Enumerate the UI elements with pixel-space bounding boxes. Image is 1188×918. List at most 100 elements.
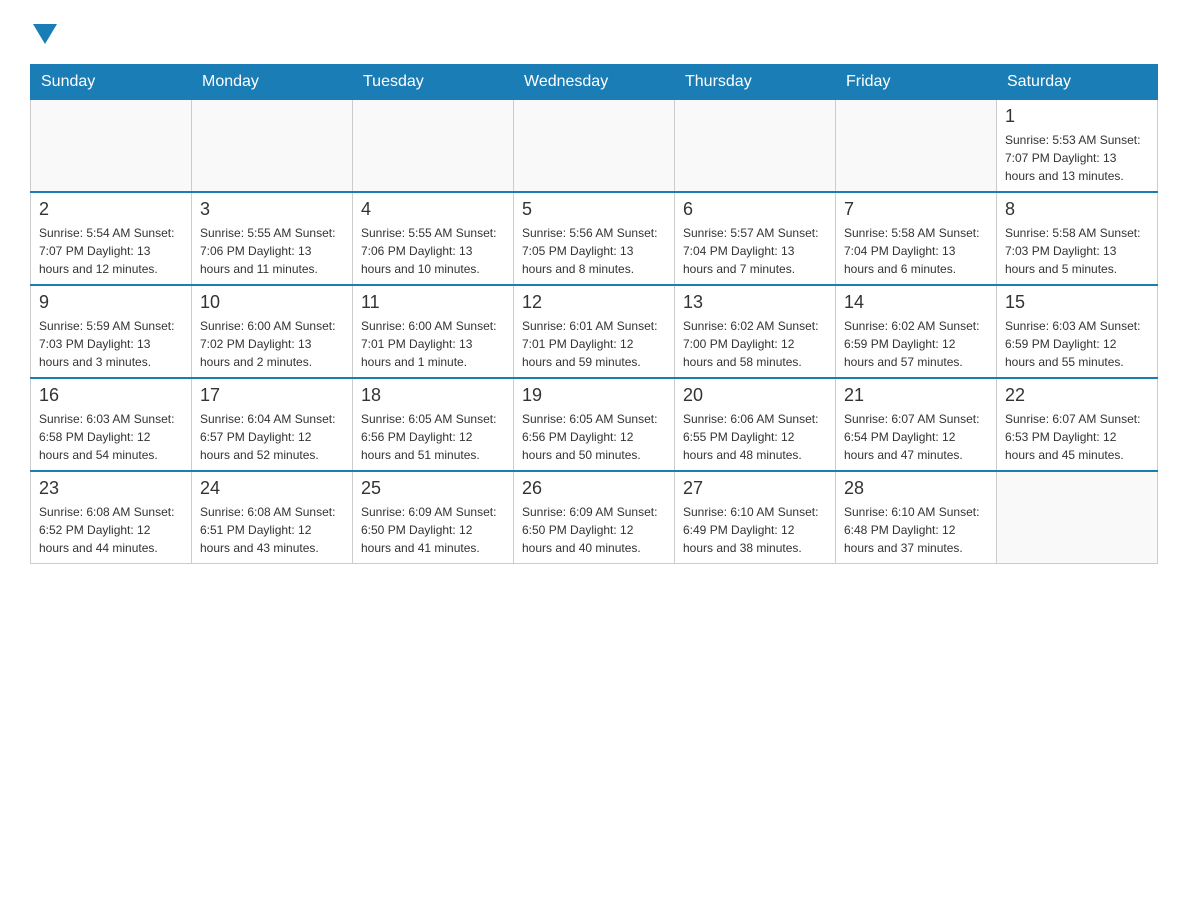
logo — [30, 20, 57, 44]
weekday-header-monday: Monday — [192, 65, 353, 100]
day-number: 16 — [39, 385, 183, 406]
calendar-cell: 4 Sunrise: 5:55 AM Sunset: 7:06 PM Daylig… — [353, 192, 514, 285]
calendar-cell: 11 Sunrise: 6:00 AM Sunset: 7:01 PM Dayli… — [353, 285, 514, 378]
weekday-header-saturday: Saturday — [997, 65, 1158, 100]
day-info: Sunrise: 6:03 AM Sunset: 6:58 PM Dayligh… — [39, 410, 183, 464]
calendar-week-row: 16 Sunrise: 6:03 AM Sunset: 6:58 PM Dayli… — [31, 378, 1158, 471]
day-info: Sunrise: 6:02 AM Sunset: 7:00 PM Dayligh… — [683, 317, 827, 371]
day-info: Sunrise: 6:07 AM Sunset: 6:53 PM Dayligh… — [1005, 410, 1149, 464]
calendar-cell: 20 Sunrise: 6:06 AM Sunset: 6:55 PM Dayli… — [675, 378, 836, 471]
day-info: Sunrise: 6:01 AM Sunset: 7:01 PM Dayligh… — [522, 317, 666, 371]
day-info: Sunrise: 5:54 AM Sunset: 7:07 PM Dayligh… — [39, 224, 183, 278]
day-info: Sunrise: 6:04 AM Sunset: 6:57 PM Dayligh… — [200, 410, 344, 464]
day-info: Sunrise: 5:59 AM Sunset: 7:03 PM Dayligh… — [39, 317, 183, 371]
day-number: 15 — [1005, 292, 1149, 313]
calendar-cell: 17 Sunrise: 6:04 AM Sunset: 6:57 PM Dayli… — [192, 378, 353, 471]
calendar-cell: 26 Sunrise: 6:09 AM Sunset: 6:50 PM Dayli… — [514, 471, 675, 564]
calendar-cell: 23 Sunrise: 6:08 AM Sunset: 6:52 PM Dayli… — [31, 471, 192, 564]
day-number: 4 — [361, 199, 505, 220]
calendar-cell: 19 Sunrise: 6:05 AM Sunset: 6:56 PM Dayli… — [514, 378, 675, 471]
day-number: 8 — [1005, 199, 1149, 220]
day-number: 24 — [200, 478, 344, 499]
day-info: Sunrise: 6:00 AM Sunset: 7:02 PM Dayligh… — [200, 317, 344, 371]
day-number: 1 — [1005, 106, 1149, 127]
day-info: Sunrise: 6:02 AM Sunset: 6:59 PM Dayligh… — [844, 317, 988, 371]
day-info: Sunrise: 6:00 AM Sunset: 7:01 PM Dayligh… — [361, 317, 505, 371]
day-number: 3 — [200, 199, 344, 220]
day-number: 23 — [39, 478, 183, 499]
calendar-cell — [192, 100, 353, 193]
day-number: 18 — [361, 385, 505, 406]
day-info: Sunrise: 6:09 AM Sunset: 6:50 PM Dayligh… — [361, 503, 505, 557]
day-info: Sunrise: 6:05 AM Sunset: 6:56 PM Dayligh… — [361, 410, 505, 464]
calendar-cell: 6 Sunrise: 5:57 AM Sunset: 7:04 PM Daylig… — [675, 192, 836, 285]
weekday-header-friday: Friday — [836, 65, 997, 100]
day-info: Sunrise: 5:58 AM Sunset: 7:04 PM Dayligh… — [844, 224, 988, 278]
calendar-cell — [514, 100, 675, 193]
day-number: 9 — [39, 292, 183, 313]
calendar-cell: 27 Sunrise: 6:10 AM Sunset: 6:49 PM Dayli… — [675, 471, 836, 564]
calendar-cell — [997, 471, 1158, 564]
calendar-week-row: 2 Sunrise: 5:54 AM Sunset: 7:07 PM Daylig… — [31, 192, 1158, 285]
calendar-cell: 25 Sunrise: 6:09 AM Sunset: 6:50 PM Dayli… — [353, 471, 514, 564]
weekday-header-sunday: Sunday — [31, 65, 192, 100]
day-info: Sunrise: 6:09 AM Sunset: 6:50 PM Dayligh… — [522, 503, 666, 557]
calendar-cell: 10 Sunrise: 6:00 AM Sunset: 7:02 PM Dayli… — [192, 285, 353, 378]
calendar-cell — [31, 100, 192, 193]
calendar-week-row: 9 Sunrise: 5:59 AM Sunset: 7:03 PM Daylig… — [31, 285, 1158, 378]
day-info: Sunrise: 5:57 AM Sunset: 7:04 PM Dayligh… — [683, 224, 827, 278]
day-number: 22 — [1005, 385, 1149, 406]
day-number: 5 — [522, 199, 666, 220]
calendar-cell: 15 Sunrise: 6:03 AM Sunset: 6:59 PM Dayli… — [997, 285, 1158, 378]
day-info: Sunrise: 6:10 AM Sunset: 6:49 PM Dayligh… — [683, 503, 827, 557]
day-number: 7 — [844, 199, 988, 220]
day-number: 10 — [200, 292, 344, 313]
calendar-cell: 7 Sunrise: 5:58 AM Sunset: 7:04 PM Daylig… — [836, 192, 997, 285]
calendar-cell: 13 Sunrise: 6:02 AM Sunset: 7:00 PM Dayli… — [675, 285, 836, 378]
weekday-header-wednesday: Wednesday — [514, 65, 675, 100]
day-number: 11 — [361, 292, 505, 313]
day-number: 6 — [683, 199, 827, 220]
day-info: Sunrise: 5:58 AM Sunset: 7:03 PM Dayligh… — [1005, 224, 1149, 278]
calendar-table: SundayMondayTuesdayWednesdayThursdayFrid… — [30, 64, 1158, 564]
day-number: 28 — [844, 478, 988, 499]
day-number: 2 — [39, 199, 183, 220]
calendar-week-row: 1 Sunrise: 5:53 AM Sunset: 7:07 PM Daylig… — [31, 100, 1158, 193]
calendar-cell: 5 Sunrise: 5:56 AM Sunset: 7:05 PM Daylig… — [514, 192, 675, 285]
day-number: 27 — [683, 478, 827, 499]
day-number: 14 — [844, 292, 988, 313]
day-number: 19 — [522, 385, 666, 406]
calendar-cell: 3Sunrise: 5:55 AM Sunset: 7:06 PM Daylig… — [192, 192, 353, 285]
day-info: Sunrise: 6:08 AM Sunset: 6:52 PM Dayligh… — [39, 503, 183, 557]
day-number: 20 — [683, 385, 827, 406]
day-info: Sunrise: 6:07 AM Sunset: 6:54 PM Dayligh… — [844, 410, 988, 464]
calendar-cell — [675, 100, 836, 193]
day-info: Sunrise: 6:08 AM Sunset: 6:51 PM Dayligh… — [200, 503, 344, 557]
calendar-cell: 28 Sunrise: 6:10 AM Sunset: 6:48 PM Dayli… — [836, 471, 997, 564]
calendar-cell — [836, 100, 997, 193]
day-info: Sunrise: 6:05 AM Sunset: 6:56 PM Dayligh… — [522, 410, 666, 464]
calendar-header-row: SundayMondayTuesdayWednesdayThursdayFrid… — [31, 65, 1158, 100]
day-number: 25 — [361, 478, 505, 499]
calendar-cell: 8 Sunrise: 5:58 AM Sunset: 7:03 PM Daylig… — [997, 192, 1158, 285]
calendar-cell: 22 Sunrise: 6:07 AM Sunset: 6:53 PM Dayli… — [997, 378, 1158, 471]
day-number: 26 — [522, 478, 666, 499]
day-info: Sunrise: 6:03 AM Sunset: 6:59 PM Dayligh… — [1005, 317, 1149, 371]
day-number: 17 — [200, 385, 344, 406]
calendar-cell: 16 Sunrise: 6:03 AM Sunset: 6:58 PM Dayli… — [31, 378, 192, 471]
weekday-header-thursday: Thursday — [675, 65, 836, 100]
calendar-cell: 2 Sunrise: 5:54 AM Sunset: 7:07 PM Daylig… — [31, 192, 192, 285]
day-number: 21 — [844, 385, 988, 406]
calendar-cell: 21 Sunrise: 6:07 AM Sunset: 6:54 PM Dayli… — [836, 378, 997, 471]
day-number: 12 — [522, 292, 666, 313]
day-number: 13 — [683, 292, 827, 313]
day-info: Sunrise: 6:06 AM Sunset: 6:55 PM Dayligh… — [683, 410, 827, 464]
page-header — [30, 20, 1158, 44]
day-info: Sunrise: 5:56 AM Sunset: 7:05 PM Dayligh… — [522, 224, 666, 278]
day-info: Sunrise: 6:10 AM Sunset: 6:48 PM Dayligh… — [844, 503, 988, 557]
day-info: Sunrise: 5:55 AM Sunset: 7:06 PM Dayligh… — [361, 224, 505, 278]
calendar-cell: 24 Sunrise: 6:08 AM Sunset: 6:51 PM Dayli… — [192, 471, 353, 564]
calendar-cell: 1 Sunrise: 5:53 AM Sunset: 7:07 PM Daylig… — [997, 100, 1158, 193]
calendar-cell: 12 Sunrise: 6:01 AM Sunset: 7:01 PM Dayli… — [514, 285, 675, 378]
day-info: Sunrise: 5:53 AM Sunset: 7:07 PM Dayligh… — [1005, 131, 1149, 185]
